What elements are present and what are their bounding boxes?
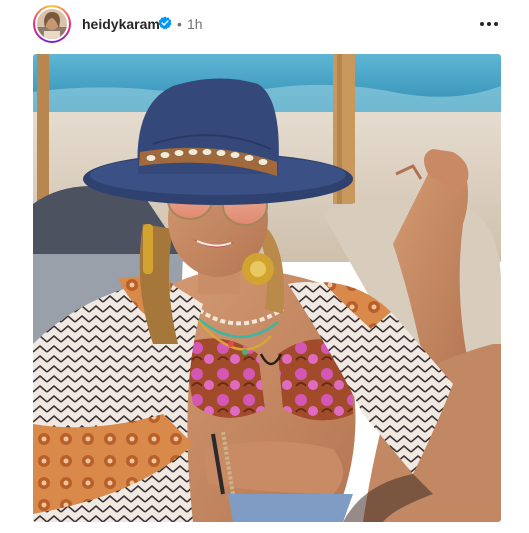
avatar-photo (37, 9, 67, 39)
avatar[interactable] (37, 9, 67, 39)
post-photo (33, 54, 501, 522)
more-options-icon[interactable] (478, 17, 500, 31)
post-image[interactable] (33, 54, 501, 522)
post-card: heidykaram • 1h (0, 0, 529, 533)
time-separator: • (177, 16, 182, 32)
post-username[interactable]: heidykaram (82, 16, 160, 32)
verified-badge-icon (158, 16, 172, 30)
avatar-border (35, 7, 69, 41)
story-ring[interactable] (33, 5, 71, 43)
post-header: heidykaram • 1h (0, 0, 529, 48)
post-timestamp[interactable]: 1h (187, 16, 203, 32)
